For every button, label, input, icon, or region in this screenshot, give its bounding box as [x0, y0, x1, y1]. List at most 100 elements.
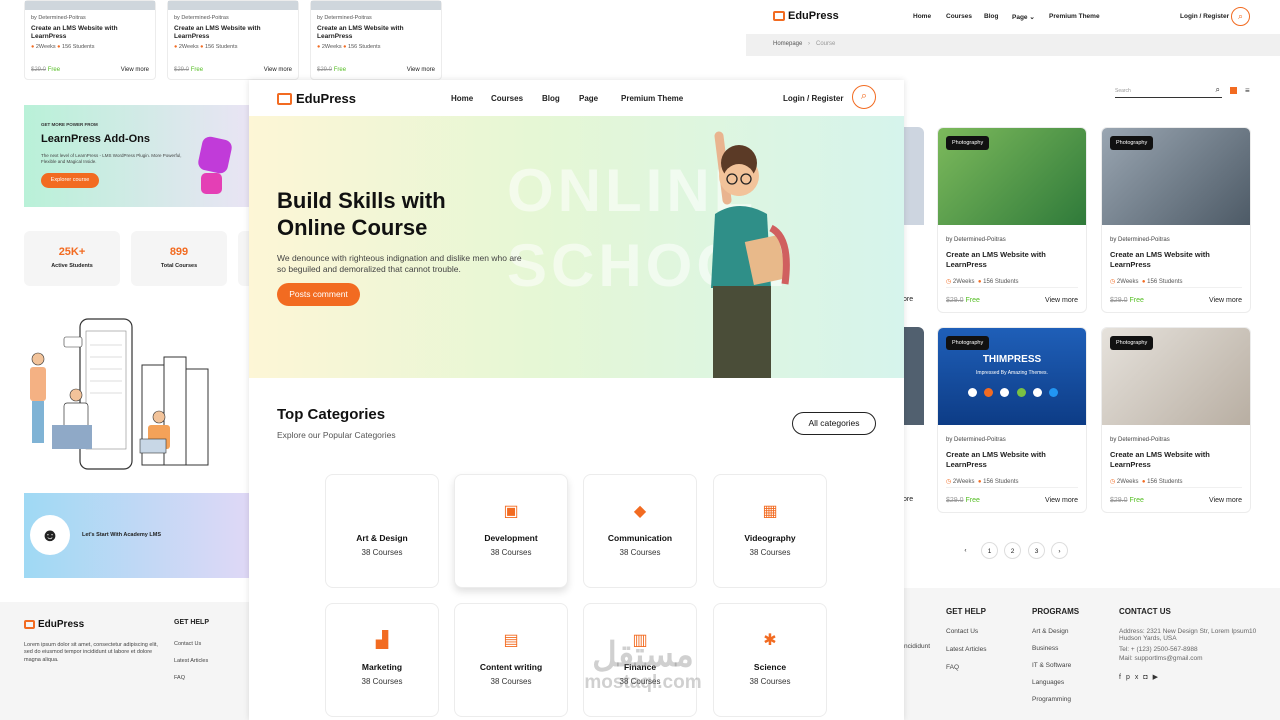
breadcrumb-separator: › [808, 41, 810, 47]
list-view-icon[interactable]: ≡ [1245, 86, 1250, 95]
footer-link-articles[interactable]: Latest Articles [174, 658, 208, 664]
category-card-content[interactable]: ▤ Content writing 38 Courses [454, 603, 568, 717]
code-icon: ▣ [503, 503, 519, 520]
view-more-link[interactable]: View more [1209, 497, 1242, 504]
category-count: 38 Courses [619, 548, 661, 557]
all-categories-button[interactable]: All categories [792, 412, 876, 435]
instagram-icon[interactable]: ◘ [1143, 674, 1152, 681]
addon-bag-icon [201, 173, 222, 194]
pagination-page-1[interactable]: 1 [981, 542, 998, 559]
hero-section: ONLINE SCHOOL Build Skills with Online C… [249, 116, 904, 378]
contact-mail: Mail: supportlms@gmail.com [1119, 655, 1203, 662]
atom-icon: ✱ [763, 632, 777, 649]
grid-view-icon[interactable] [1230, 87, 1237, 94]
nav-premium[interactable]: Premium Theme [1049, 13, 1100, 20]
course-card[interactable]: by Determined-Poitras Create an LMS Webs… [24, 0, 156, 80]
breadcrumb-home[interactable]: Homepage [773, 41, 802, 47]
stat-label: Active Students [51, 263, 93, 269]
programs-column: PROGRAMS Art & Design Business IT & Soft… [1032, 607, 1079, 713]
course-thumbnail [311, 1, 441, 10]
palette-icon [373, 503, 391, 521]
program-link[interactable]: IT & Software [1032, 662, 1079, 669]
footer-link-faq[interactable]: FAQ [946, 664, 986, 671]
nav-blog[interactable]: Blog [542, 94, 560, 103]
footer-logo[interactable]: EduPress [24, 619, 84, 630]
course-title[interactable]: Create an LMS Website with LearnPress [946, 450, 1078, 470]
login-register-link[interactable]: Login / Register [1180, 13, 1229, 20]
stat-label: Total Courses [160, 263, 198, 269]
top-categories-subtitle: Explore our Popular Categories [277, 430, 396, 440]
program-link[interactable]: Business [1032, 645, 1079, 652]
view-more-link[interactable]: View more [1045, 297, 1078, 304]
footer-link-faq[interactable]: FAQ [174, 675, 185, 681]
footer-link-articles[interactable]: Latest Articles [946, 646, 986, 653]
category-card-videography[interactable]: ▦ Videography 38 Courses [713, 474, 827, 588]
pagination-page-3[interactable]: 3 [1028, 542, 1045, 559]
nav-page[interactable]: Page [579, 94, 598, 103]
posts-comment-button[interactable]: Posts comment [277, 283, 360, 306]
old-price: $29.0 [946, 297, 964, 304]
login-register-link[interactable]: Login / Register [783, 94, 843, 103]
course-search-input[interactable]: Search ⌕ [1115, 85, 1222, 98]
footer-link-contact[interactable]: Contact Us [174, 641, 201, 647]
course-image: Photography [938, 128, 1086, 225]
old-price: $29.0 [317, 67, 333, 73]
explorer-course-button[interactable]: Explorer course [41, 173, 99, 188]
academy-text: Let's Start With Academy LMS [82, 532, 161, 538]
course-card[interactable]: Photography by Determined-Poitras Create… [1101, 327, 1251, 513]
nav-home[interactable]: Home [451, 94, 473, 103]
main-logo[interactable]: EduPress [277, 91, 356, 106]
nav-page[interactable]: Page ⌄ [1012, 13, 1035, 21]
course-meta: ◷ 2Weeks ● 156 Students [946, 279, 1019, 286]
program-link[interactable]: Art & Design [1032, 628, 1079, 635]
price: Free [1129, 497, 1144, 504]
view-more-link[interactable]: View more [121, 67, 149, 73]
nav-courses[interactable]: Courses [946, 13, 972, 20]
course-title[interactable]: Create an LMS Website with LearnPress [31, 25, 149, 41]
category-card-science[interactable]: ✱ Science 38 Courses [713, 603, 827, 717]
search-icon[interactable]: ⌕ [1216, 85, 1220, 95]
view-more-link[interactable]: View more [1045, 497, 1078, 504]
course-card[interactable]: by Determined-Poitras Create an LMS Webs… [310, 0, 442, 80]
course-title[interactable]: Create an LMS Website with LearnPress [1110, 450, 1242, 470]
facebook-icon[interactable]: f [1119, 674, 1126, 681]
category-card-marketing[interactable]: ▟ Marketing 38 Courses [325, 603, 439, 717]
course-title[interactable]: Create an LMS Website with LearnPress [946, 250, 1078, 270]
course-title[interactable]: Create an LMS Website with LearnPress [174, 25, 292, 41]
search-icon[interactable]: ⌕ [852, 85, 876, 109]
nav-blog[interactable]: Blog [984, 13, 998, 20]
course-title[interactable]: Create an LMS Website with LearnPress [317, 25, 435, 41]
search-icon[interactable]: ⌕ [1231, 7, 1250, 26]
category-card-art[interactable]: Art & Design 38 Courses [325, 474, 439, 588]
nav-premium[interactable]: Premium Theme [621, 94, 683, 103]
nav-courses[interactable]: Courses [491, 94, 523, 103]
right-logo[interactable]: EduPress [773, 10, 839, 22]
category-count: 38 Courses [361, 548, 403, 557]
view-more-link[interactable]: View more [264, 67, 292, 73]
course-card[interactable]: Photography by Determined-Poitras Create… [937, 127, 1087, 313]
nav-home[interactable]: Home [913, 13, 931, 20]
course-card[interactable]: by Determined-Poitras Create an LMS Webs… [167, 0, 299, 80]
view-more-link[interactable]: View more [1209, 297, 1242, 304]
program-link[interactable]: Programming [1032, 696, 1079, 703]
main-panel: EduPress Home Courses Blog Page Premium … [249, 80, 904, 720]
youtube-icon[interactable]: ▶ [1153, 674, 1163, 681]
site-watermark: مستقل mostaql.com [563, 638, 723, 694]
course-card[interactable]: Photography by Determined-Poitras Create… [1101, 127, 1251, 313]
category-name: Science [753, 662, 787, 672]
pagination-page-2[interactable]: 2 [1004, 542, 1021, 559]
pagination-next[interactable]: › [1051, 542, 1068, 559]
course-author: by Determined-Poitras [1110, 437, 1170, 443]
pagination-prev[interactable]: ‹ [957, 542, 974, 559]
course-card[interactable]: Photography THIMPRESS Impressed By Amazi… [937, 327, 1087, 513]
program-link[interactable]: Languages [1032, 679, 1079, 686]
course-thumbnail [168, 1, 298, 10]
footer-link-contact[interactable]: Contact Us [946, 628, 986, 635]
category-card-development[interactable]: ▣ Development 38 Courses [454, 474, 568, 588]
category-card-communication[interactable]: ◆ Communication 38 Courses [583, 474, 697, 588]
contact-tel: Tel: + (123) 2500-567-8988 [1119, 646, 1198, 653]
view-more-link[interactable]: View more [407, 67, 435, 73]
pinterest-icon[interactable]: p [1126, 674, 1135, 681]
course-title[interactable]: Create an LMS Website with LearnPress [1110, 250, 1242, 270]
course-meta: ● 2Weeks ● 156 Students [31, 44, 95, 51]
